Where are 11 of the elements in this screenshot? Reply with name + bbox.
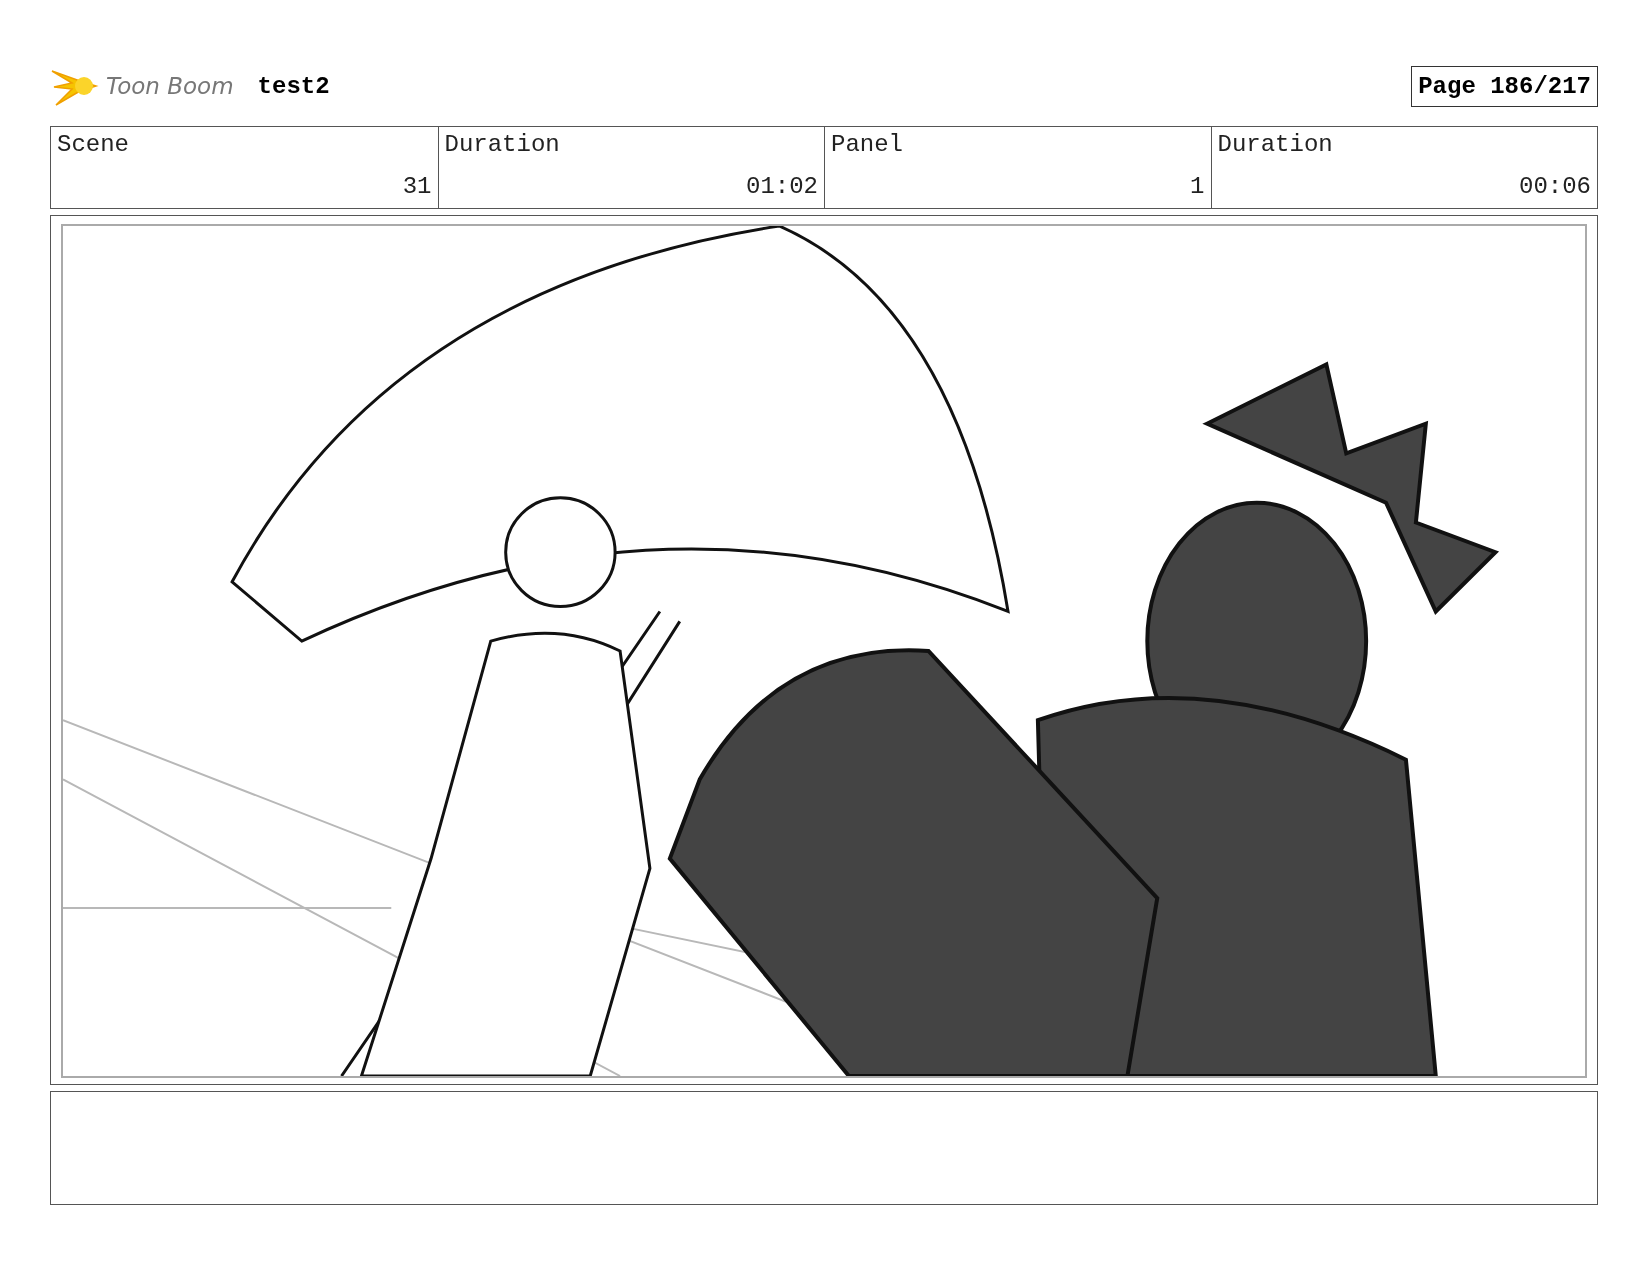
table-cell-text: 1 (1189, 173, 1205, 200)
logo-text: Toon Boom (106, 73, 234, 99)
table-cell-text: 31 (401, 173, 432, 200)
column-header: Duration (1217, 131, 1334, 158)
column-header: Duration (444, 131, 561, 158)
document-title: test2 (257, 72, 330, 100)
column-header: Panel (831, 131, 904, 158)
table-cell-text: 00:06 (1518, 173, 1591, 200)
table-cell-text: 01:02 (745, 173, 818, 200)
column-header: Scene (57, 131, 130, 158)
page-number: Page 186/217 (1411, 65, 1598, 107)
